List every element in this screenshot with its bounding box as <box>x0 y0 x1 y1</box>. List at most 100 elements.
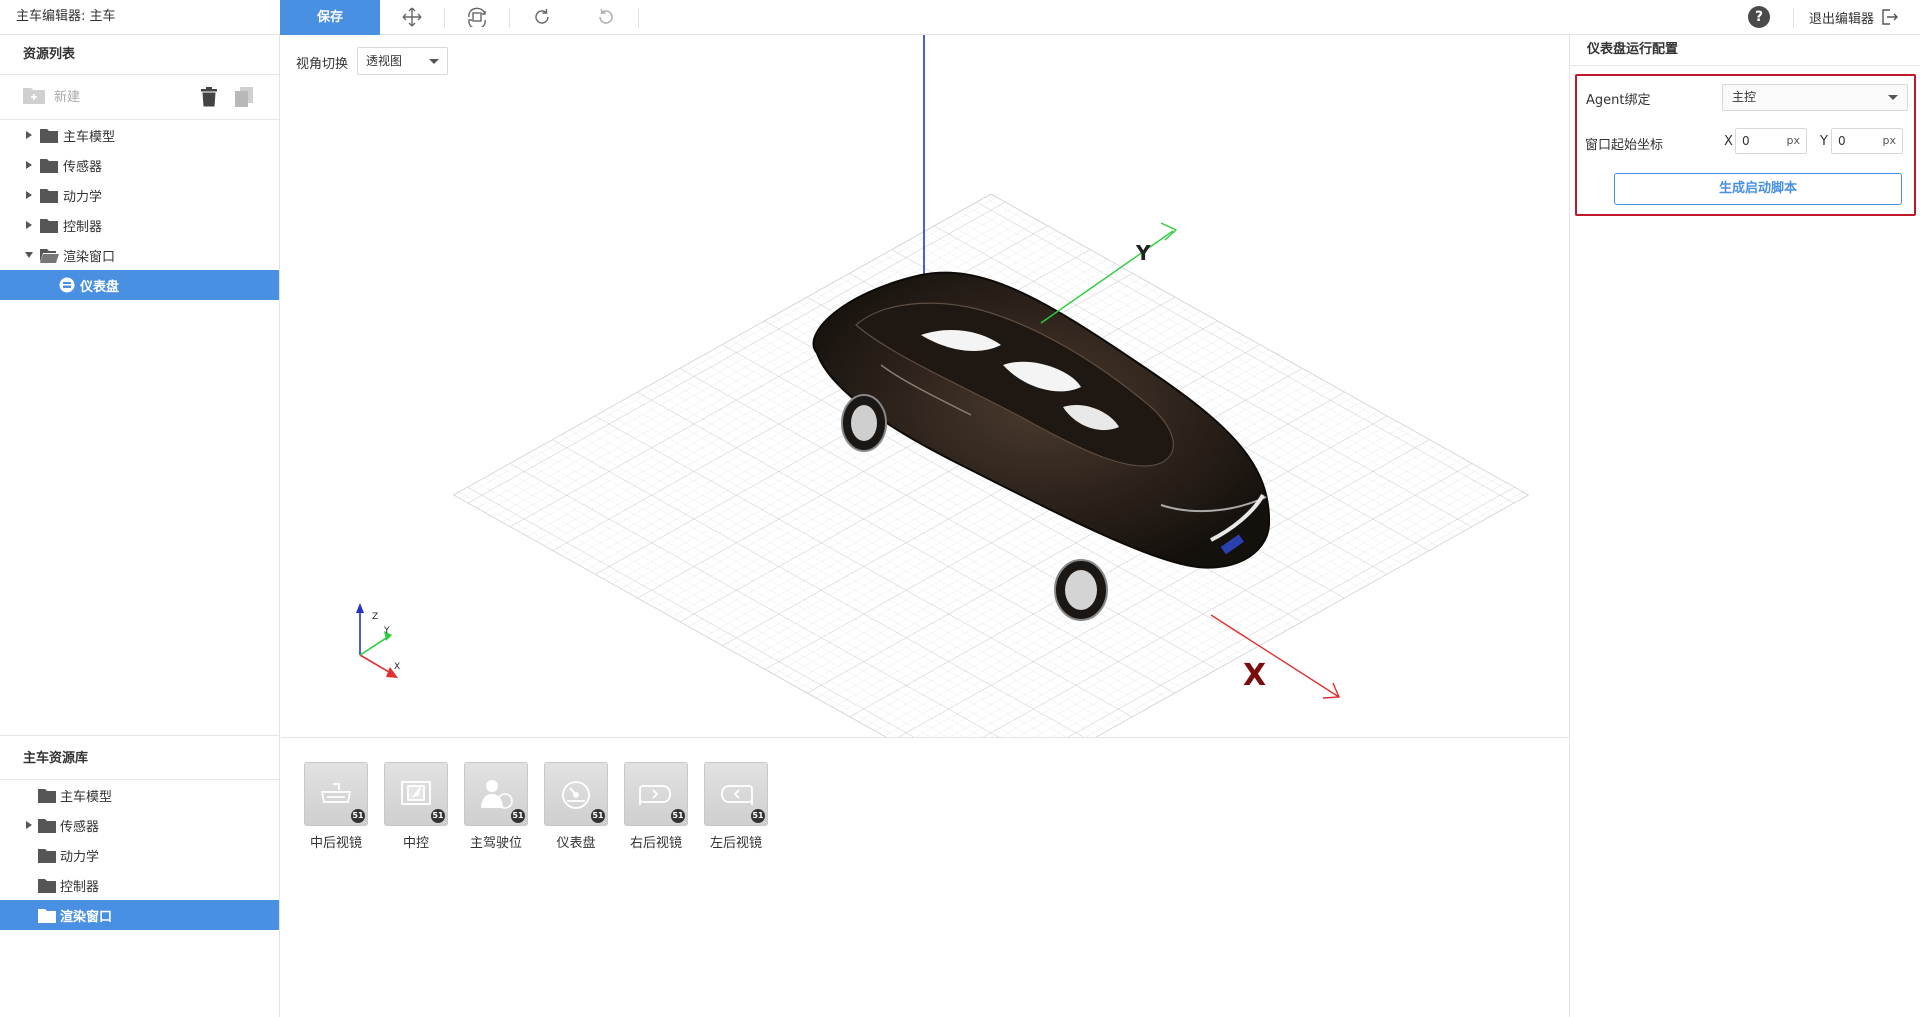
generate-startup-script-button[interactable]: 生成启动脚本 <box>1614 173 1902 205</box>
asset-thumbnail: 51 <box>544 762 608 826</box>
tree-item-label: 主车模型 <box>63 129 116 145</box>
exit-editor-button[interactable]: 退出编辑器 <box>1809 0 1899 34</box>
copy-button[interactable] <box>235 87 253 111</box>
asset-thumbnail: 51 <box>704 762 768 826</box>
expand-arrow-icon[interactable] <box>24 160 34 170</box>
asset-thumbnail: 51 <box>384 762 448 826</box>
expand-arrow-icon[interactable] <box>24 130 34 140</box>
left-mirror-icon <box>721 785 753 805</box>
folder-icon <box>40 128 58 143</box>
tree-item-label: 动力学 <box>63 189 103 205</box>
tree-item-controller[interactable]: 控制器 <box>0 210 279 240</box>
tree-item-vehicle-model[interactable]: 主车模型 <box>0 120 279 150</box>
expand-arrow-icon[interactable] <box>24 820 34 830</box>
delete-button[interactable] <box>200 87 218 111</box>
move-tool-button[interactable] <box>380 0 444 34</box>
folder-icon <box>38 788 56 803</box>
folder-icon <box>38 818 56 833</box>
asset-dashboard[interactable]: 51 仪表盘 <box>543 762 609 851</box>
scene-canvas[interactable]: Y X Z Y X <box>281 35 1569 737</box>
resource-list-title: 资源列表 <box>0 35 279 75</box>
save-button[interactable]: 保存 <box>280 0 380 35</box>
toolbar-divider <box>638 8 639 28</box>
x-coord-unit: px <box>1786 134 1801 147</box>
rotate-view-icon <box>468 7 486 27</box>
expand-arrow-icon[interactable] <box>24 220 34 230</box>
help-icon[interactable]: ? <box>1748 6 1770 28</box>
library-title: 主车资源库 <box>0 735 279 780</box>
driver-seat-icon <box>481 780 513 809</box>
orientation-gizmo: Z Y X <box>356 603 400 678</box>
expand-arrow-icon[interactable] <box>24 190 34 200</box>
asset-label: 主驾驶位 <box>469 836 522 851</box>
3d-viewport[interactable]: Y X Z Y X 视角切换 透视图 <box>281 35 1569 737</box>
library-item-label: 主车模型 <box>60 789 113 805</box>
asset-library-panel: 51 中后视镜 51 中控 51 主驾驶位 51 仪表盘 51 右后视镜 51 … <box>281 737 1569 1017</box>
window-icon <box>59 277 75 293</box>
library-item-dynamics[interactable]: 动力学 <box>0 840 279 870</box>
library-item-label: 渲染窗口 <box>60 909 113 925</box>
library-item-controller[interactable]: 控制器 <box>0 870 279 900</box>
view-mode-value: 透视图 <box>366 54 403 68</box>
run-config-panel: 仪表盘运行配置 Agent绑定 主控 窗口起始坐标 X px Y px 生成启动… <box>1569 35 1920 1017</box>
asset-driver-seat[interactable]: 51 主驾驶位 <box>463 762 529 851</box>
agent-binding-value: 主控 <box>1732 90 1757 104</box>
dashboard-gauge-icon <box>562 781 590 809</box>
undo-button[interactable] <box>574 0 638 34</box>
library-item-render-window[interactable]: 渲染窗口 <box>0 900 279 930</box>
top-bar: 主车编辑器: 主车 保存 ? 退出编辑器 <box>0 0 1920 35</box>
y-coord-label: Y <box>1820 134 1828 149</box>
library-item-sensors[interactable]: 传感器 <box>0 810 279 840</box>
tree-item-label: 控制器 <box>63 219 103 235</box>
asset-label: 右后视镜 <box>629 836 682 851</box>
x-axis-label: X <box>1243 658 1266 693</box>
resource-toolbar: 新建 <box>0 75 279 120</box>
app-title: 主车编辑器: 主车 <box>16 9 116 24</box>
new-folder-icon <box>23 88 45 104</box>
asset-badge: 51 <box>431 809 445 823</box>
left-panel: 资源列表 新建 主车模型 传感器 动力学 控制器 渲染窗口 仪表盘 主车资源库 … <box>0 35 280 1017</box>
tree-item-render-window[interactable]: 渲染窗口 <box>0 240 279 270</box>
tree-item-dashboard[interactable]: 仪表盘 <box>0 270 279 300</box>
y-coord-input[interactable] <box>1832 129 1880 153</box>
agent-binding-select[interactable]: 主控 <box>1722 84 1908 111</box>
folder-icon <box>40 218 58 233</box>
view-mode-select[interactable]: 透视图 <box>357 47 448 75</box>
library-item-label: 控制器 <box>60 879 100 895</box>
agent-binding-label: Agent绑定 <box>1586 93 1651 108</box>
collapse-arrow-icon[interactable] <box>24 250 34 260</box>
library-item-label: 动力学 <box>60 849 100 865</box>
x-coord-label: X <box>1724 134 1733 149</box>
library-item-vehicle-model[interactable]: 主车模型 <box>0 780 279 810</box>
resource-tree: 主车模型 传感器 动力学 控制器 渲染窗口 仪表盘 <box>0 120 279 300</box>
view-switch-label: 视角切换 <box>296 57 349 72</box>
y-coord-field[interactable]: px <box>1831 128 1903 154</box>
center-console-icon <box>401 781 431 805</box>
asset-badge: 51 <box>671 809 685 823</box>
asset-label: 左后视镜 <box>709 836 762 851</box>
asset-left-mirror[interactable]: 51 左后视镜 <box>703 762 769 851</box>
asset-badge: 51 <box>351 809 365 823</box>
x-coord-input[interactable] <box>1736 129 1784 153</box>
tree-item-label: 渲染窗口 <box>63 249 116 265</box>
exit-editor-label: 退出编辑器 <box>1809 11 1875 27</box>
redo-icon <box>535 9 549 24</box>
rearview-mirror-icon <box>320 783 352 803</box>
asset-rearview-mirror[interactable]: 51 中后视镜 <box>303 762 369 851</box>
library-tree: 主车模型 传感器 动力学 控制器 渲染窗口 <box>0 780 279 930</box>
redo-button[interactable] <box>510 0 574 34</box>
folder-icon <box>38 908 56 923</box>
trash-icon <box>201 87 217 107</box>
tree-item-label: 仪表盘 <box>80 279 120 295</box>
tree-item-dynamics[interactable]: 动力学 <box>0 180 279 210</box>
undo-icon <box>599 9 613 24</box>
asset-label: 仪表盘 <box>556 836 596 851</box>
x-coord-field[interactable]: px <box>1735 128 1807 154</box>
new-resource-button[interactable]: 新建 <box>22 85 80 105</box>
gizmo-z-label: Z <box>372 612 378 622</box>
open-folder-icon <box>40 248 59 263</box>
asset-center-console[interactable]: 51 中控 <box>383 762 449 851</box>
asset-right-mirror[interactable]: 51 右后视镜 <box>623 762 689 851</box>
rotate-view-tool-button[interactable] <box>445 0 509 34</box>
tree-item-sensors[interactable]: 传感器 <box>0 150 279 180</box>
